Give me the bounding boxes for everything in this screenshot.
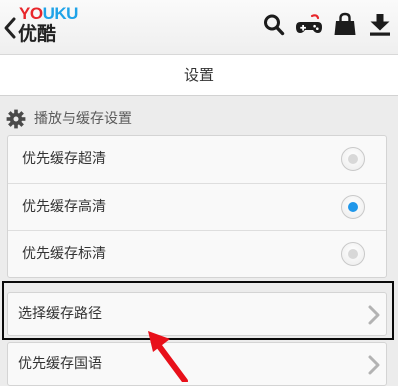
chevron-left-icon xyxy=(4,17,16,39)
radio-dot xyxy=(348,154,358,164)
download-icon[interactable] xyxy=(365,10,395,40)
radio-dot xyxy=(348,202,358,212)
cache-quality-option-high[interactable]: 优先缓存高清 xyxy=(8,183,386,231)
page-title: 设置 xyxy=(183,66,214,84)
title-bar: 设置 xyxy=(0,54,398,96)
cache-quality-group: 优先缓存超清 优先缓存高清 优先缓存标清 xyxy=(7,135,387,278)
back-button[interactable]: YOUKU 优酷 xyxy=(3,4,79,48)
gamepad-icon[interactable] xyxy=(294,10,324,40)
radio-button[interactable] xyxy=(341,195,365,219)
cache-quality-option-super[interactable]: 优先缓存超清 xyxy=(8,136,386,183)
radio-dot xyxy=(348,249,358,259)
chevron-right-icon xyxy=(368,355,380,375)
radio-button[interactable] xyxy=(341,242,365,266)
option-label: 优先缓存超清 xyxy=(22,151,106,167)
annotation-arrow xyxy=(148,331,188,382)
cache-quality-option-standard[interactable]: 优先缓存标清 xyxy=(8,230,386,278)
option-label: 优先缓存标清 xyxy=(22,246,106,262)
item-label: 优先缓存国语 xyxy=(18,356,102,372)
youku-logo-latin: YOUKU xyxy=(19,4,78,23)
shopping-bag-icon[interactable] xyxy=(330,10,360,40)
gear-icon xyxy=(6,109,26,129)
app-header: YOUKU 优酷 xyxy=(0,0,398,54)
radio-button[interactable] xyxy=(341,147,365,171)
section-title: 播放与缓存设置 xyxy=(34,111,132,127)
option-label: 优先缓存高清 xyxy=(22,199,106,215)
search-icon[interactable] xyxy=(259,10,289,40)
youku-logo-chinese: 优酷 xyxy=(18,23,57,45)
